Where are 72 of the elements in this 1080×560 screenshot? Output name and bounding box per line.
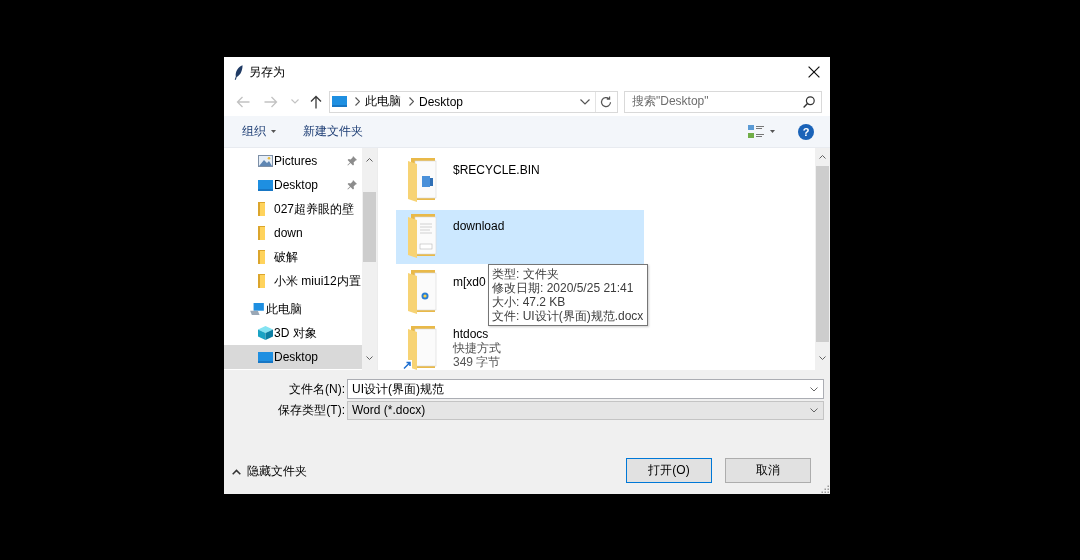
scroll-up-icon[interactable] xyxy=(366,158,373,162)
file-type-label: 保存类型(T): xyxy=(277,401,346,419)
resize-grip-icon[interactable] xyxy=(821,485,829,493)
scrollbar-thumb[interactable] xyxy=(363,192,376,262)
file-item[interactable]: $RECYCLE.BIN xyxy=(396,154,540,208)
scrollbar-thumb[interactable] xyxy=(816,166,829,342)
file-detail-text: 349 字节 xyxy=(453,355,501,369)
search-icon[interactable] xyxy=(803,95,815,108)
scrollbar[interactable] xyxy=(362,148,377,370)
chevron-right-icon[interactable] xyxy=(355,97,360,106)
nav-item[interactable]: Desktop xyxy=(224,173,362,197)
caret-up-icon xyxy=(232,468,241,475)
breadcrumb-item[interactable]: Desktop xyxy=(419,94,464,109)
scrollbar[interactable] xyxy=(815,148,830,370)
nav-item[interactable]: 此电脑 xyxy=(224,297,362,321)
pin-icon[interactable] xyxy=(347,180,357,190)
tooltip-text: 类型: 文件夹 xyxy=(492,267,560,281)
tooltip-text: 大小: 47.2 KB xyxy=(492,295,567,309)
nav-item[interactable]: 破解 xyxy=(224,245,362,269)
folder-icon xyxy=(258,226,265,240)
chevron-down-icon[interactable] xyxy=(810,407,818,413)
folder-icon xyxy=(408,270,438,314)
file-type-dropdown[interactable]: Word (*.docx) xyxy=(347,400,824,420)
dialog-button[interactable]: 打开(O) xyxy=(626,458,712,483)
dialog-button[interactable]: 取消 xyxy=(725,458,811,483)
scroll-down-icon[interactable] xyxy=(819,356,826,360)
nav-item[interactable]: Desktop xyxy=(224,345,362,369)
file-item[interactable]: htdocs 快捷方式 349 字节 xyxy=(396,322,501,370)
nav-item[interactable]: Pictures xyxy=(224,149,362,173)
nav-item[interactable]: 027超养眼的壁 xyxy=(224,197,362,221)
cube-icon xyxy=(258,326,273,340)
folder-icon xyxy=(258,250,265,264)
picture-icon xyxy=(258,155,273,167)
address-bar[interactable]: 此电脑 Desktop xyxy=(329,90,618,113)
folder-icon xyxy=(258,202,265,216)
caret-down-icon[interactable] xyxy=(770,130,775,133)
organize-button[interactable]: 组织 xyxy=(242,120,276,143)
chevron-down-icon[interactable] xyxy=(810,386,818,392)
view-icon[interactable] xyxy=(748,124,764,139)
hide-folders-button[interactable]: 隐藏文件夹 xyxy=(232,463,307,480)
scroll-up-icon[interactable] xyxy=(819,155,826,159)
desktop-icon xyxy=(258,351,273,363)
file-item[interactable]: download xyxy=(396,210,644,264)
file-name-field[interactable]: UI设计(界面)规范 xyxy=(347,379,824,399)
close-icon xyxy=(808,66,820,78)
nav-item[interactable]: 小米 miui12内置 xyxy=(224,269,362,293)
chevron-right-icon[interactable] xyxy=(409,97,414,106)
help-button[interactable]: ? xyxy=(798,123,814,140)
tooltip-text: 修改日期: 2020/5/25 21:41 xyxy=(492,281,635,295)
file-item[interactable]: m[xd0 xyxy=(396,266,486,320)
breadcrumb-item[interactable]: 此电脑 xyxy=(365,93,401,110)
up-arrow-icon[interactable] xyxy=(310,94,322,109)
nav-item[interactable]: down xyxy=(224,221,362,245)
computer-icon xyxy=(250,303,264,315)
scroll-down-icon[interactable] xyxy=(366,356,373,360)
file-detail-text: 快捷方式 xyxy=(453,341,501,355)
window-title: 另存为 xyxy=(249,63,285,81)
pin-icon[interactable] xyxy=(347,156,357,166)
chevron-down-icon[interactable] xyxy=(580,98,590,105)
file-name-label: 文件名(N): xyxy=(288,380,346,398)
folder-icon xyxy=(408,158,438,202)
search-field[interactable]: 搜索"Desktop" xyxy=(624,90,822,113)
desktop-icon xyxy=(332,96,347,107)
nav-item[interactable]: 3D 对象 xyxy=(224,321,362,345)
feather-icon xyxy=(234,64,243,80)
folder-icon xyxy=(258,274,265,288)
new-folder-button[interactable]: 新建文件夹 xyxy=(303,120,363,143)
refresh-icon[interactable] xyxy=(600,95,612,108)
caret-down-icon xyxy=(271,130,276,133)
desktop-icon xyxy=(258,179,273,191)
tooltip-text: 文件: UI设计(界面)规范.docx xyxy=(492,309,644,323)
folder-icon xyxy=(408,214,438,258)
